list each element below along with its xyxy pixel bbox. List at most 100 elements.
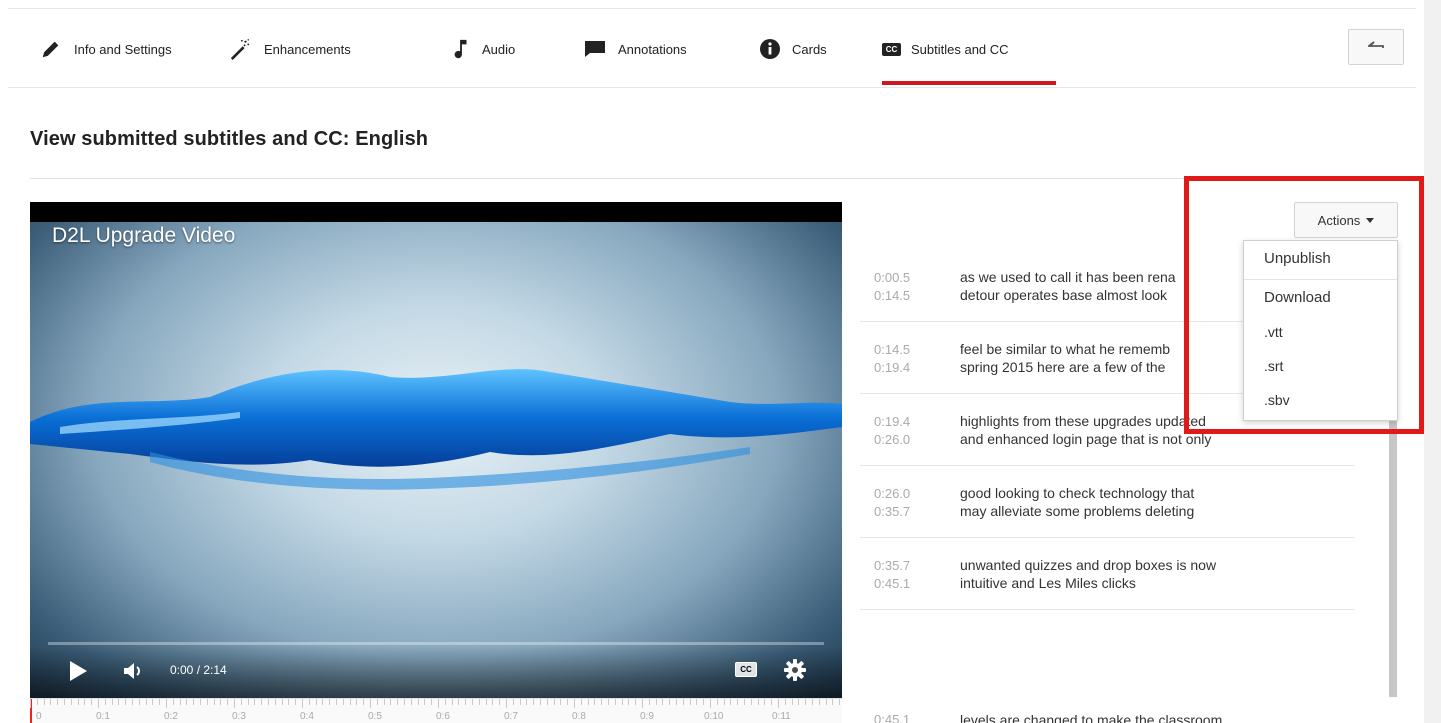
progress-bar[interactable] [48,642,824,645]
ruler-tick [336,699,337,705]
ruler-tick [227,699,229,705]
ruler-tick [349,699,351,705]
tab-cards[interactable]: Cards [760,9,827,89]
ruler-tick [662,699,664,705]
ruler-tick [179,699,181,705]
back-button[interactable] [1348,29,1404,65]
cue-text-line: and enhanced login page that is not only [960,431,1212,447]
subtitle-cue[interactable]: 0:45.1 levels are changed to make the cl… [860,706,1354,723]
ruler-tick [567,699,569,705]
cue-list-scrollbar[interactable] [1389,412,1397,697]
time-display: 0:00 / 2:14 [170,663,227,677]
ruler-tick [118,699,120,705]
ruler-tick [676,699,677,705]
ruler-tick [342,699,344,705]
ruler-tick [798,699,800,705]
ruler-tick [404,699,405,705]
ruler-tick [308,699,310,705]
ruler-tick [478,699,480,705]
ruler-tick [172,699,174,705]
ruler-tick [30,699,31,708]
ruler-tick [812,699,813,705]
tab-enhancements[interactable]: Enhancements [228,9,351,89]
ruler-tick [771,699,773,705]
cue-end-time: 0:14.5 [874,288,911,303]
ruler-tick [444,699,446,705]
ruler-tick [220,699,222,705]
ruler-tick [519,699,521,705]
cue-end-time: 0:35.7 [874,504,911,519]
page-title: View submitted subtitles and CC: English [30,128,429,150]
menu-item-vtt[interactable]: .vtt [1244,316,1397,350]
ruler-tick [818,699,820,705]
timeline-ruler[interactable]: 0 0:1 0:2 0:3 0:4 0:5 0:6 0:7 0:8 0:9 0:… [30,698,842,723]
divider [30,178,1402,179]
cue-text-line: feel be similar to what he rememb [960,341,1171,357]
ruler-tick [438,699,439,708]
ruler-tick [424,699,426,705]
video-frame[interactable] [30,222,842,698]
ruler-tick [723,699,725,705]
ruler-tick [703,699,705,705]
ruler-tick [234,699,235,708]
ruler-tick [574,699,575,708]
ruler-tick [98,699,99,708]
tab-label: Annotations [618,41,687,57]
volume-button[interactable] [122,660,146,687]
ruler-tick [472,699,473,705]
tab-label: Enhancements [264,41,351,57]
back-arrow-icon [1368,41,1384,48]
ruler-tick [805,699,807,705]
ruler-tick [302,699,303,708]
menu-item-download[interactable]: Download [1244,280,1397,316]
cue-text-line: spring 2015 here are a few of the [960,359,1166,375]
ruler-tick [655,699,657,705]
video-player[interactable]: D2L Upgrade Video 0:00 / 2:14 CC [30,202,842,698]
ruler-tick [200,699,201,705]
ruler-tick [825,699,827,705]
captions-button[interactable]: CC [735,662,757,677]
ruler-tick [492,699,494,705]
cue-text-line: may alleviate some problems deleting [960,503,1195,519]
ruler-tick [689,699,691,705]
pencil-icon [42,41,59,58]
tab-info-and-settings[interactable]: Info and Settings [40,9,172,89]
ruler-tick [57,699,59,705]
menu-item-srt[interactable]: .srt [1244,350,1397,384]
tab-annotations[interactable]: Annotations [584,9,687,89]
menu-item-sbv[interactable]: .sbv [1244,384,1397,420]
cue-text-line: intuitive and Les Miles clicks [960,575,1136,591]
ruler-tick [186,699,188,705]
settings-button[interactable] [783,658,807,687]
ruler-tick [104,699,106,705]
ruler-tick [166,699,167,708]
ruler-tick [506,699,507,708]
ruler-tick [261,699,263,705]
ruler-tick [784,699,786,705]
menu-item-unpublish[interactable]: Unpublish [1244,241,1397,279]
cue-text-line: unwanted quizzes and drop boxes is now [960,557,1217,573]
ruler-tick [614,699,616,705]
play-icon [70,661,87,681]
ruler-tick [383,699,385,705]
play-button[interactable] [68,660,88,687]
subtitle-cue[interactable]: 0:26.0 0:35.7 good looking to check tech… [860,466,1354,538]
ruler-tick [132,699,133,705]
cue-start-time: 0:35.7 [874,558,911,573]
ruler-tick [138,699,140,705]
ruler-tick [417,699,419,705]
ruler-tick [512,699,514,705]
page-scrollbar-gutter[interactable] [1424,0,1441,723]
cue-text-line: good looking to check technology that [960,485,1195,501]
tab-subtitles-and-cc[interactable]: CC Subtitles and CC [882,9,1056,89]
ruler-tick [682,699,684,705]
subtitle-cue[interactable]: 0:35.7 0:45.1 unwanted quizzes and drop … [860,538,1354,610]
tab-audio[interactable]: Audio [452,9,515,89]
ruler-tick [376,699,378,705]
actions-button[interactable]: Actions [1294,202,1398,238]
cue-start-time: 0:00.5 [874,270,911,285]
cue-end-time: 0:19.4 [874,360,911,375]
ruler-tick [710,699,711,708]
ruler-tick [757,699,759,705]
ruler-tick [356,699,358,705]
